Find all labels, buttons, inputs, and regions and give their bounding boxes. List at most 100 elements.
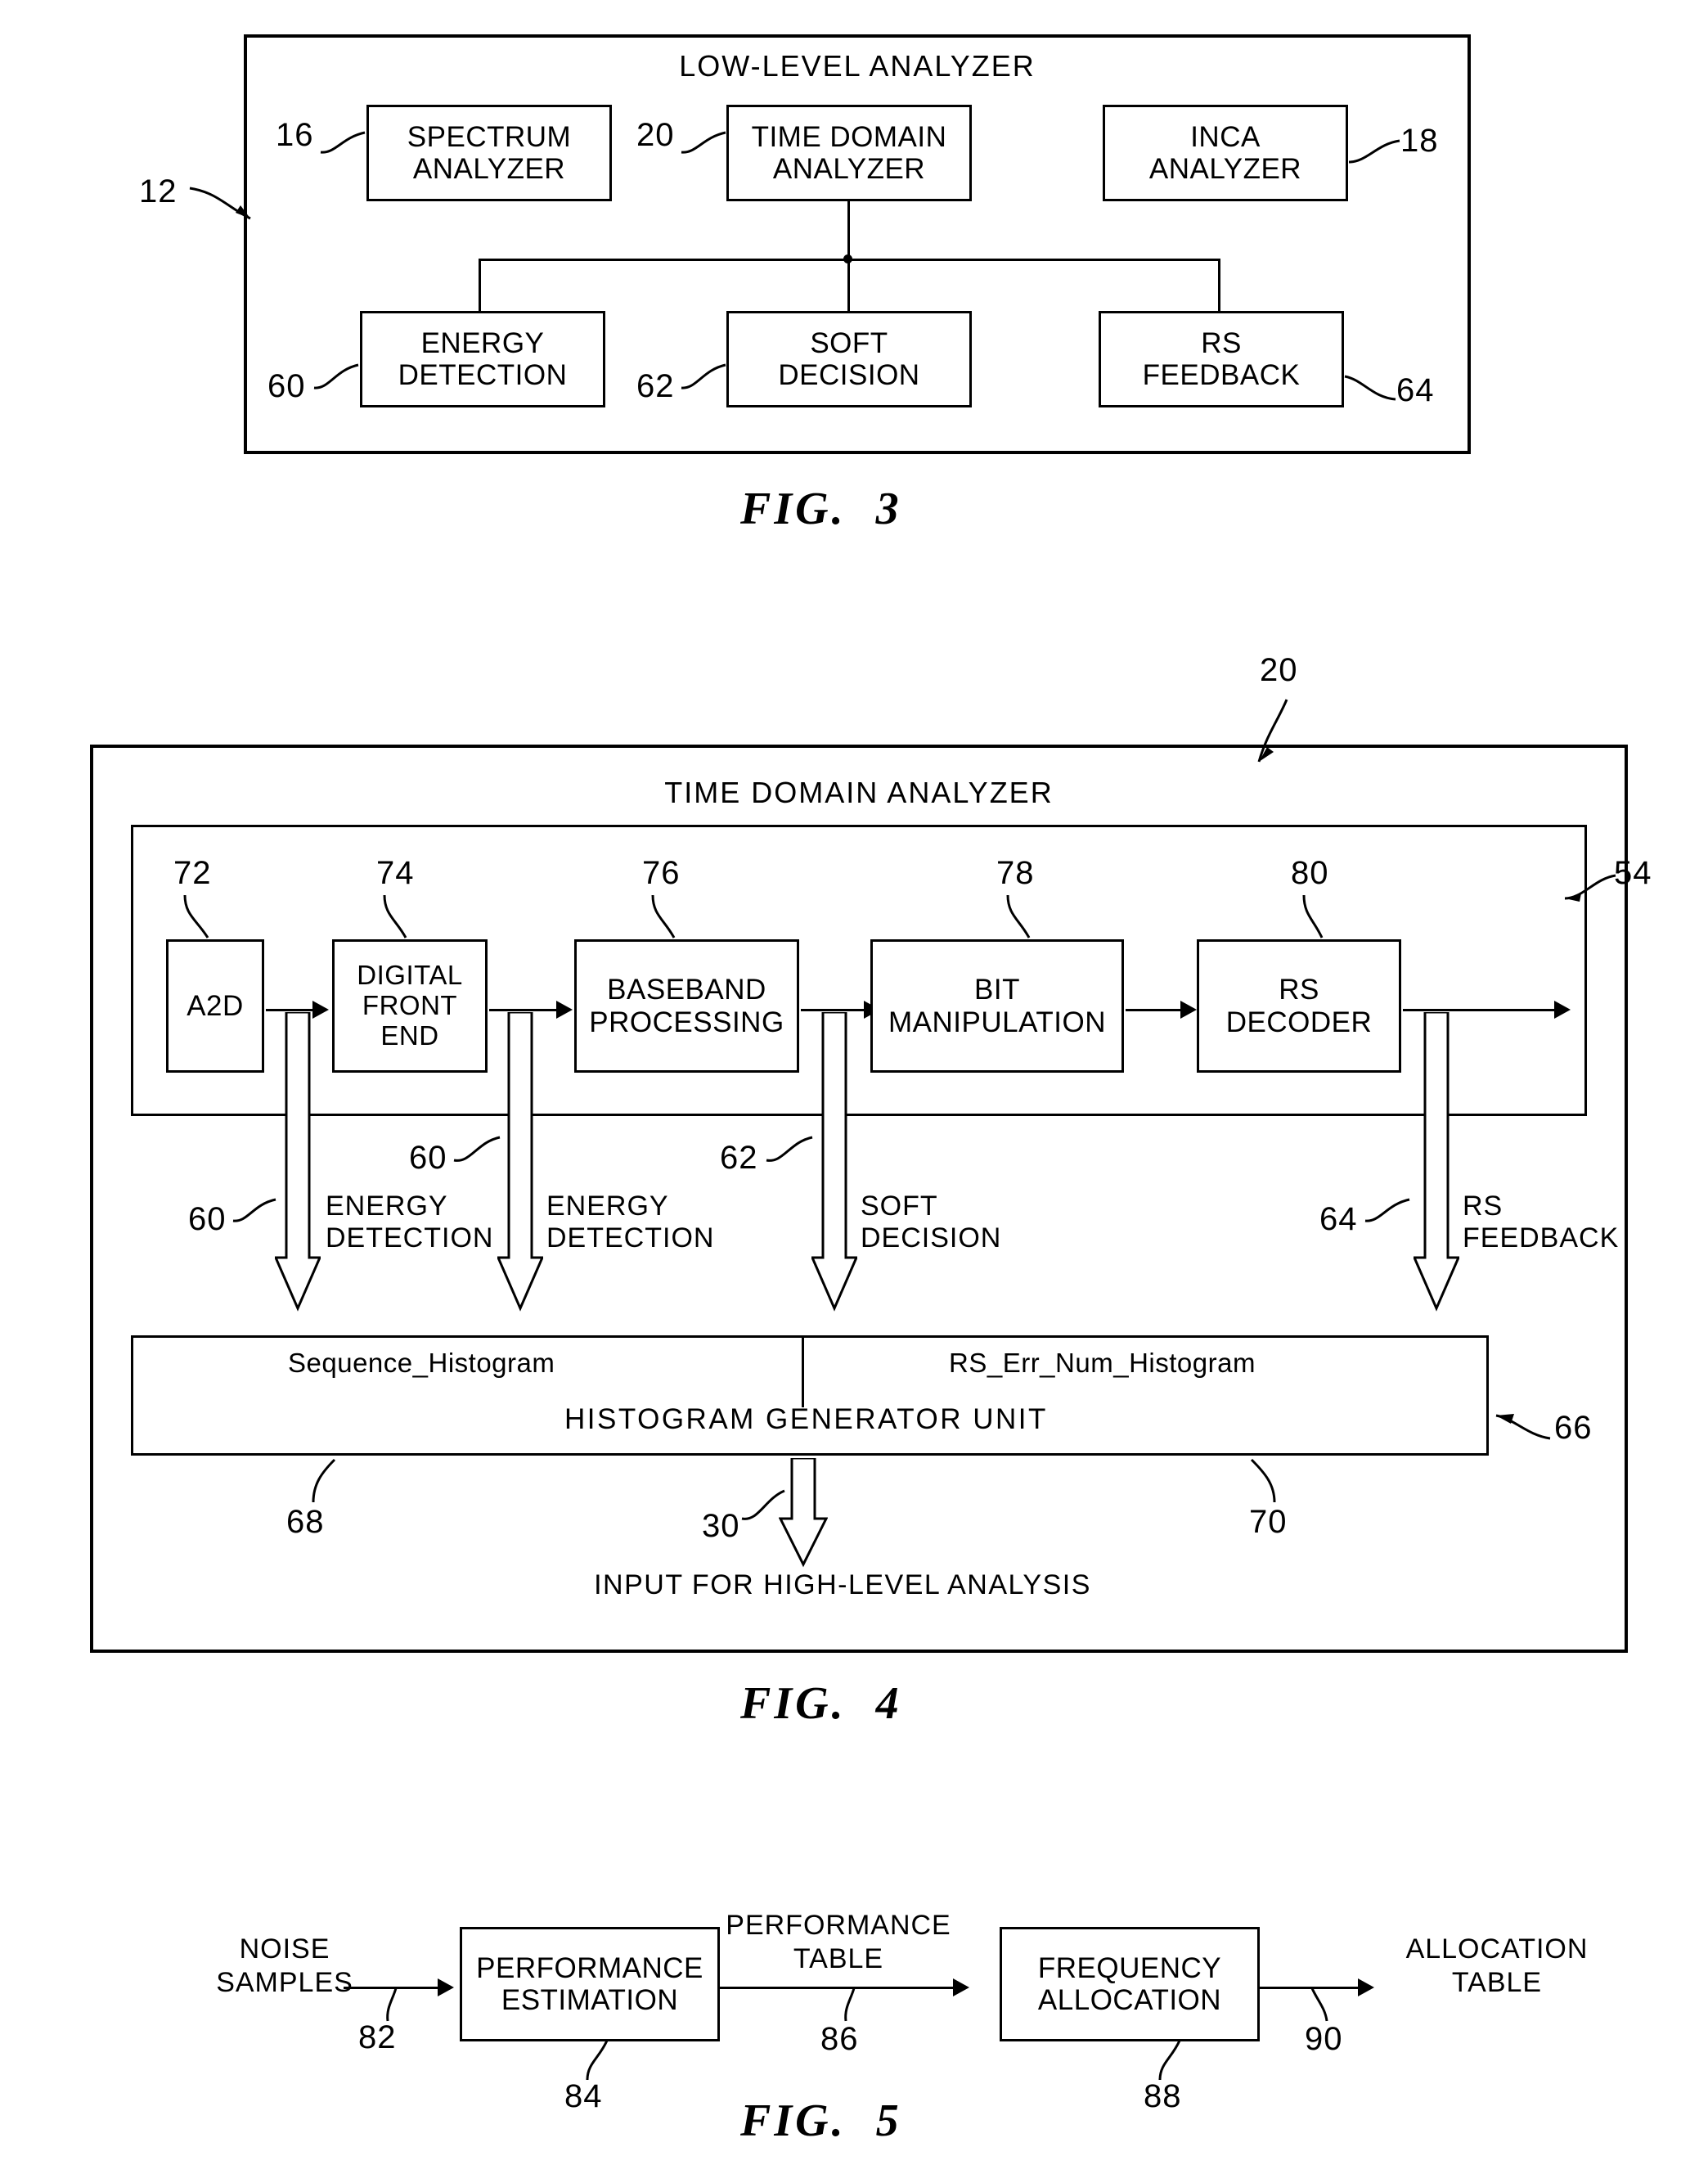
fig3-bus-drop-rs (1218, 259, 1220, 311)
fig4-leader-74 (383, 894, 407, 938)
fig3-leader-60 (313, 363, 359, 389)
fig3-leader-62 (681, 363, 726, 389)
fig4-tap-ref-2: 60 (409, 1140, 447, 1176)
fig4-block-digital-front-end[interactable]: DIGITAL FRONT END (332, 939, 488, 1073)
fig4-tap-leader-4 (1364, 1198, 1410, 1222)
fig5-block-performance-estimation[interactable]: PERFORMANCE ESTIMATION (460, 1927, 720, 2041)
fig4-block-digital-front-end-label: DIGITAL FRONT END (357, 960, 463, 1051)
fig4-tap-ref-4: 64 (1319, 1201, 1358, 1237)
fig4-block-baseband-processing-label: BASEBAND PROCESSING (589, 974, 784, 1038)
fig4-leader-80 (1302, 894, 1324, 938)
fig4-tap-label-1: ENERGY DETECTION (326, 1191, 494, 1254)
fig4-arrow-bitman-to-rsdec-line (1126, 1009, 1183, 1011)
fig3-ref-64: 64 (1396, 372, 1435, 408)
fig5-mid-label: PERFORMANCE TABLE (726, 1910, 951, 1974)
fig4-tap-arrow-4 (1414, 1012, 1459, 1312)
fig3-block-time-domain-analyzer-label: TIME DOMAIN ANALYZER (751, 120, 947, 185)
fig3-block-soft-decision[interactable]: SOFT DECISION (726, 311, 972, 407)
fig4-arrow-bitman-to-rsdec-head (1180, 1001, 1197, 1019)
fig4-block-rs-decoder[interactable]: RS DECODER (1197, 939, 1401, 1073)
fig4-block-bit-manipulation-label: BIT MANIPULATION (888, 974, 1106, 1038)
fig4-block-a2d[interactable]: A2D (166, 939, 264, 1073)
fig4-leader-68 (312, 1458, 336, 1503)
fig4-output-label: INPUT FOR HIGH-LEVEL ANALYSIS (594, 1569, 1091, 1600)
fig4-ref-70: 70 (1249, 1504, 1288, 1540)
fig4-leader-54 (1564, 874, 1616, 902)
fig4-leader-66 (1495, 1414, 1551, 1440)
fig4-arrow-rsdec-out-line (1403, 1009, 1558, 1011)
fig4-leader-30 (741, 1489, 785, 1520)
fig4-ref-68: 68 (286, 1504, 325, 1540)
fig4-tap-arrow-1 (275, 1012, 321, 1312)
fig5-arrow-input-head (438, 1978, 454, 1996)
fig4-arrow-a2d-to-dfe-line (266, 1009, 315, 1011)
fig3-bus-drop-soft (847, 259, 850, 311)
fig4-arrow-rsdec-out-head (1554, 1001, 1571, 1019)
fig4-tap-label-3: SOFT DECISION (861, 1191, 1002, 1254)
fig4-arrow-dfe-to-baseband-head (556, 1001, 573, 1019)
fig4-ref-74: 74 (376, 855, 415, 891)
fig4-leader-76 (651, 894, 676, 938)
fig5-ref-86: 86 (820, 2021, 859, 2057)
fig3-ref-16: 16 (276, 117, 314, 153)
fig4-figure-label: FIG. 4 (740, 1678, 902, 1729)
fig3-leader-64 (1344, 375, 1396, 401)
fig4-tap-ref-1: 60 (188, 1201, 227, 1237)
fig3-leader-12 (189, 187, 251, 220)
fig5-arrow-output-head (1358, 1978, 1374, 1996)
fig3-block-time-domain-analyzer[interactable]: TIME DOMAIN ANALYZER (726, 105, 972, 201)
fig3-ref-20: 20 (636, 117, 675, 153)
fig4-block-rs-decoder-label: RS DECODER (1225, 974, 1373, 1038)
fig4-ref-80: 80 (1291, 855, 1329, 891)
fig3-block-inca-analyzer[interactable]: INCA ANALYZER (1103, 105, 1348, 201)
fig3-ref-12: 12 (139, 173, 178, 209)
fig4-tap-label-4: RS FEEDBACK (1463, 1191, 1620, 1254)
fig5-figure-label: FIG. 5 (740, 2095, 902, 2146)
fig5-output-label: ALLOCATION TABLE (1405, 1933, 1589, 1998)
fig4-histogram-left-name: Sequence_Histogram (288, 1348, 555, 1378)
fig4-leader-78 (1006, 894, 1031, 938)
fig3-leader-20 (681, 131, 726, 154)
fig3-ref-62: 62 (636, 368, 675, 404)
fig3-ref-60: 60 (267, 368, 306, 404)
fig3-block-rs-feedback-label: RS FEEDBACK (1142, 326, 1301, 391)
fig4-histogram-unit-title: HISTOGRAM GENERATOR UNIT (564, 1403, 1048, 1435)
fig5-leader-90 (1310, 1987, 1328, 2022)
fig4-ref-66: 66 (1554, 1410, 1593, 1446)
fig5-arrow-mid-head (953, 1978, 969, 1996)
patent-drawing-sheet: LOW-LEVEL ANALYZER 12 SPECTRUM ANALYZER … (0, 0, 1708, 2174)
fig3-block-rs-feedback[interactable]: RS FEEDBACK (1099, 311, 1344, 407)
fig5-block-performance-estimation-label: PERFORMANCE ESTIMATION (476, 1951, 703, 2016)
fig4-ref-30: 30 (702, 1508, 740, 1544)
fig3-block-spectrum-analyzer[interactable]: SPECTRUM ANALYZER (366, 105, 612, 201)
fig5-input-label: NOISE SAMPLES (216, 1933, 353, 1998)
fig5-block-frequency-allocation[interactable]: FREQUENCY ALLOCATION (1000, 1927, 1260, 2041)
fig4-tap-label-2: ENERGY DETECTION (546, 1191, 715, 1254)
fig3-block-inca-analyzer-label: INCA ANALYZER (1148, 120, 1302, 185)
fig5-ref-90: 90 (1305, 2021, 1343, 2057)
fig4-leader-70 (1250, 1458, 1276, 1503)
fig3-block-energy-detection[interactable]: ENERGY DETECTION (360, 311, 605, 407)
fig5-leader-86 (844, 1987, 856, 2022)
fig4-histogram-divider (802, 1335, 804, 1407)
fig3-block-energy-detection-label: ENERGY DETECTION (398, 326, 568, 391)
fig4-block-bit-manipulation[interactable]: BIT MANIPULATION (870, 939, 1124, 1073)
fig4-tap-leader-3 (766, 1136, 813, 1162)
fig4-ref-72: 72 (173, 855, 212, 891)
fig4-title: TIME DOMAIN ANALYZER (664, 776, 1054, 809)
fig3-block-soft-decision-label: SOFT DECISION (778, 326, 920, 391)
fig4-block-baseband-processing[interactable]: BASEBAND PROCESSING (574, 939, 799, 1073)
fig4-tap-leader-1 (232, 1198, 276, 1222)
fig4-ref-20: 20 (1260, 652, 1298, 688)
fig5-leader-82 (386, 1987, 398, 2022)
fig3-leader-18 (1348, 139, 1400, 164)
fig3-title: LOW-LEVEL ANALYZER (679, 49, 1036, 83)
fig5-block-frequency-allocation-label: FREQUENCY ALLOCATION (1037, 1951, 1222, 2016)
fig3-figure-label: FIG. 3 (740, 484, 902, 534)
fig5-leader-88 (1158, 2040, 1181, 2081)
fig3-bus-drop-energy (479, 259, 481, 311)
fig3-block-spectrum-analyzer-label: SPECTRUM ANALYZER (407, 120, 572, 185)
fig5-leader-84 (586, 2040, 609, 2081)
fig3-leader-16 (320, 131, 366, 154)
fig4-block-a2d-label: A2D (187, 989, 244, 1022)
